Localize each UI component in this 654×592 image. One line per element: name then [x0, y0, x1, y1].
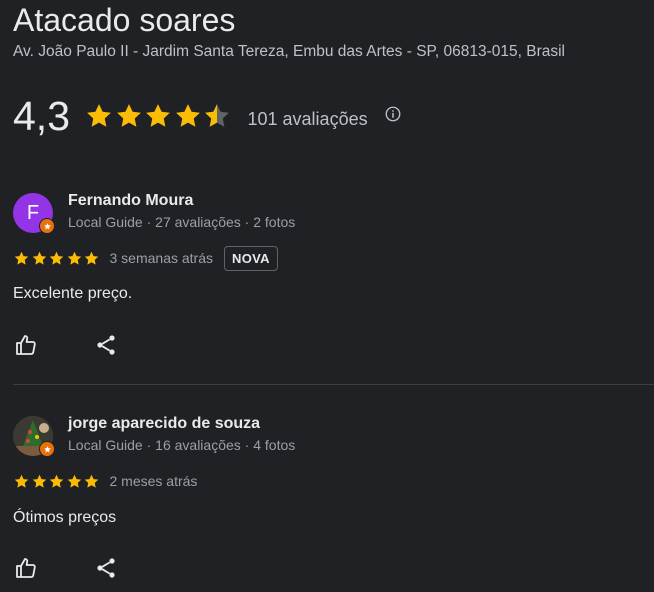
- place-title: Atacado soares: [13, 2, 236, 38]
- local-guide-badge-icon: [39, 441, 55, 457]
- reviewer-name[interactable]: jorge aparecido de souza: [68, 415, 260, 433]
- reviewer-name[interactable]: Fernando Moura: [68, 192, 193, 210]
- star-icon: [14, 251, 29, 265]
- thumbs-up-icon: [16, 558, 36, 578]
- star-icon: [146, 104, 170, 127]
- review-card: F Fernando Moura Local Guide · 27 avalia…: [13, 190, 641, 355]
- review-text: Ótimos preços: [13, 509, 117, 526]
- review-actions: [13, 332, 119, 358]
- review-date: 2 meses atrás: [109, 473, 198, 489]
- review-stars: [13, 473, 101, 490]
- star-icon: [49, 251, 64, 265]
- share-button[interactable]: [93, 332, 119, 358]
- like-button[interactable]: [13, 332, 39, 358]
- like-button[interactable]: [13, 555, 39, 581]
- star-icon: [67, 474, 81, 488]
- reviewer-header: jorge aparecido de souza Local Guide · 1…: [13, 413, 641, 463]
- star-icon: [32, 251, 46, 265]
- avatar-letter: F: [26, 201, 40, 224]
- thumbs-up-icon: [16, 335, 36, 355]
- local-guide-badge-icon: [39, 218, 55, 234]
- reviewer-header: F Fernando Moura Local Guide · 27 avalia…: [13, 190, 641, 240]
- star-icon: [32, 474, 46, 488]
- review-rating-line: 3 semanas atrás NOVA: [13, 243, 641, 273]
- star-icon: [84, 474, 99, 488]
- review-rating-line: 2 meses atrás: [13, 466, 641, 496]
- star-icon: [175, 104, 200, 127]
- star-icon: [49, 474, 64, 488]
- review-date: 3 semanas atrás: [109, 250, 214, 266]
- star-icon: [14, 474, 29, 488]
- half-star-icon: [205, 104, 229, 127]
- review-text: Excelente preço.: [13, 285, 133, 302]
- review-actions: [13, 555, 119, 581]
- rating-stars: [84, 101, 232, 131]
- share-icon: [97, 335, 115, 355]
- star-icon: [84, 251, 99, 265]
- info-icon[interactable]: [384, 105, 402, 123]
- star-icon: [67, 251, 81, 265]
- share-button[interactable]: [93, 555, 119, 581]
- star-icon: [116, 104, 141, 127]
- share-icon: [97, 558, 115, 578]
- star-icon: [87, 104, 111, 127]
- reviewer-meta: Local Guide · 27 avaliações · 2 fotos: [68, 214, 296, 230]
- place-address: Av. João Paulo II - Jardim Santa Tereza,…: [13, 43, 565, 60]
- new-badge: NOVA: [224, 245, 278, 271]
- review-card: jorge aparecido de souza Local Guide · 1…: [13, 413, 641, 578]
- rating-value: 4,3: [13, 92, 70, 139]
- divider: [13, 384, 654, 385]
- rating-summary: 4,3 101 avaliações: [13, 92, 402, 140]
- review-stars: [13, 250, 101, 267]
- reviewer-meta: Local Guide · 16 avaliações · 4 fotos: [68, 437, 296, 453]
- reviews-count[interactable]: 101 avaliações: [248, 109, 368, 130]
